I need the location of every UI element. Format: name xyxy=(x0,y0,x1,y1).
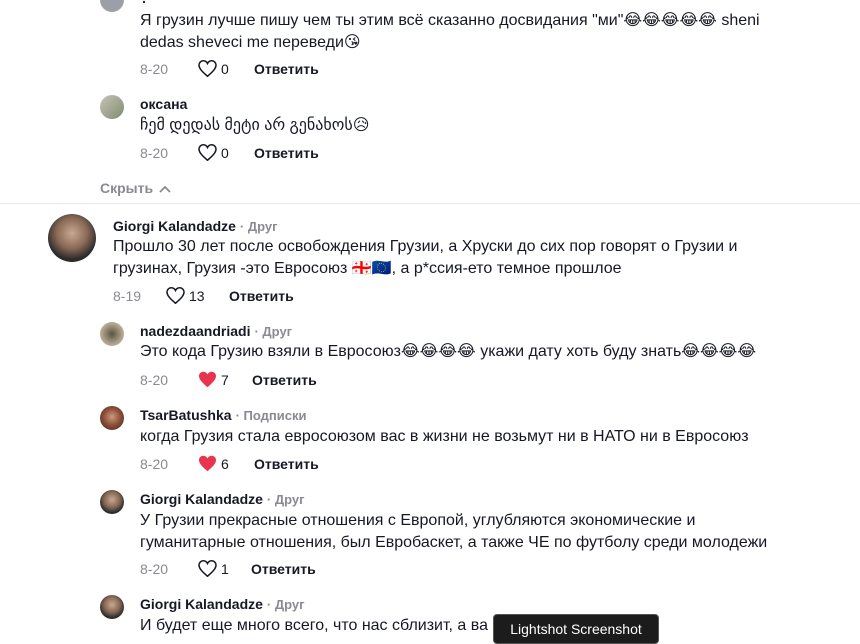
comment-text-line: грузинах, Грузия -это Евросоюз 🇬🇪🇪🇺, а р… xyxy=(113,260,622,277)
avatar[interactable] xyxy=(100,322,124,346)
comment-username[interactable]: ? xyxy=(140,0,149,6)
comment-header: Giorgi Kalandadze · Друг xyxy=(140,491,305,507)
comment-header: nadezdaandriadi · Друг xyxy=(140,323,292,339)
comment-text-line: Прошло 30 лет после освобождения Грузии,… xyxy=(113,238,738,255)
like-count: 7 xyxy=(221,372,229,388)
comment-header: Giorgi Kalandadze · Друг xyxy=(113,218,278,234)
like-count: 1 xyxy=(221,561,229,577)
heart-icon[interactable] xyxy=(198,60,217,77)
relationship-tag: · Друг xyxy=(266,597,305,612)
comment-text-line: когда Грузия стала евросоюзом вас в жизн… xyxy=(140,428,749,445)
comment-text-line: Я грузин лучше пишу чем ты этим всё сказ… xyxy=(140,12,760,29)
hide-replies-button[interactable]: Скрыть xyxy=(100,180,171,196)
avatar[interactable] xyxy=(48,214,96,262)
like-count: 0 xyxy=(221,145,229,161)
comment-text-line: dedas sheveci me переведи😘 xyxy=(140,34,361,51)
comment-header: Giorgi Kalandadze · Друг xyxy=(140,596,305,612)
tooltip-label: Lightshot Screenshot xyxy=(510,621,642,637)
comment-date: 8-20 xyxy=(140,372,169,388)
comment-date: 8-20 xyxy=(140,561,169,577)
comment-username[interactable]: TsarBatushka xyxy=(140,407,232,423)
reply-button[interactable]: Ответить xyxy=(254,456,319,472)
comment-date: 8-20 xyxy=(140,145,169,161)
like-count: 6 xyxy=(221,456,229,472)
relationship-tag: · Друг xyxy=(239,219,278,234)
heart-filled-icon[interactable] xyxy=(198,371,217,388)
comment-date: 8-19 xyxy=(113,288,142,304)
relationship-tag: · Друг xyxy=(254,324,293,339)
reply-button[interactable]: Ответить xyxy=(251,561,316,577)
comment-username[interactable]: nadezdaandriadi xyxy=(140,323,250,339)
avatar[interactable] xyxy=(100,95,124,119)
avatar[interactable] xyxy=(100,595,124,619)
reply-button[interactable]: Ответить xyxy=(229,288,294,304)
comment-text-line: И будет еще много всего, что нас сблизит… xyxy=(140,617,488,634)
hide-replies-label: Скрыть xyxy=(100,180,154,196)
reply-button[interactable]: Ответить xyxy=(252,372,317,388)
reply-button[interactable]: Ответить xyxy=(254,61,319,77)
comment-date: 8-20 xyxy=(140,456,169,472)
comment-username[interactable]: Giorgi Kalandadze xyxy=(140,596,263,612)
screenshot-tooltip: Lightshot Screenshot xyxy=(493,614,659,644)
relationship-tag: · Подписки xyxy=(235,408,307,423)
comment-username[interactable]: Giorgi Kalandadze xyxy=(140,491,263,507)
heart-icon[interactable] xyxy=(198,560,217,577)
comment-text-line: Это кода Грузию взяли в Евросоюз😂😂😂😂 ука… xyxy=(140,343,757,360)
like-count: 13 xyxy=(189,288,205,304)
comment-date: 8-20 xyxy=(140,61,169,77)
comment-username[interactable]: Giorgi Kalandadze xyxy=(113,218,236,234)
comment-header: TsarBatushka · Подписки xyxy=(140,407,306,423)
avatar[interactable] xyxy=(100,0,124,12)
comment-text-line: У Грузии прекрасные отношения с Европой,… xyxy=(140,512,696,529)
comment-text-line: гуманитарные отношения, был Евробаскет, … xyxy=(140,534,768,551)
reply-button[interactable]: Ответить xyxy=(254,145,319,161)
heart-icon[interactable] xyxy=(198,144,217,161)
heart-filled-icon[interactable] xyxy=(198,455,217,472)
avatar[interactable] xyxy=(100,490,124,514)
heart-icon[interactable] xyxy=(166,287,185,304)
like-count: 0 xyxy=(221,61,229,77)
divider xyxy=(0,203,860,204)
comment-username[interactable]: оксана xyxy=(140,96,187,112)
relationship-tag: · Друг xyxy=(266,492,305,507)
comment-text-line: ჩემ დედას მეტი არ გენახოს😥 xyxy=(140,117,370,134)
chevron-up-icon xyxy=(159,180,171,196)
avatar[interactable] xyxy=(100,406,124,430)
